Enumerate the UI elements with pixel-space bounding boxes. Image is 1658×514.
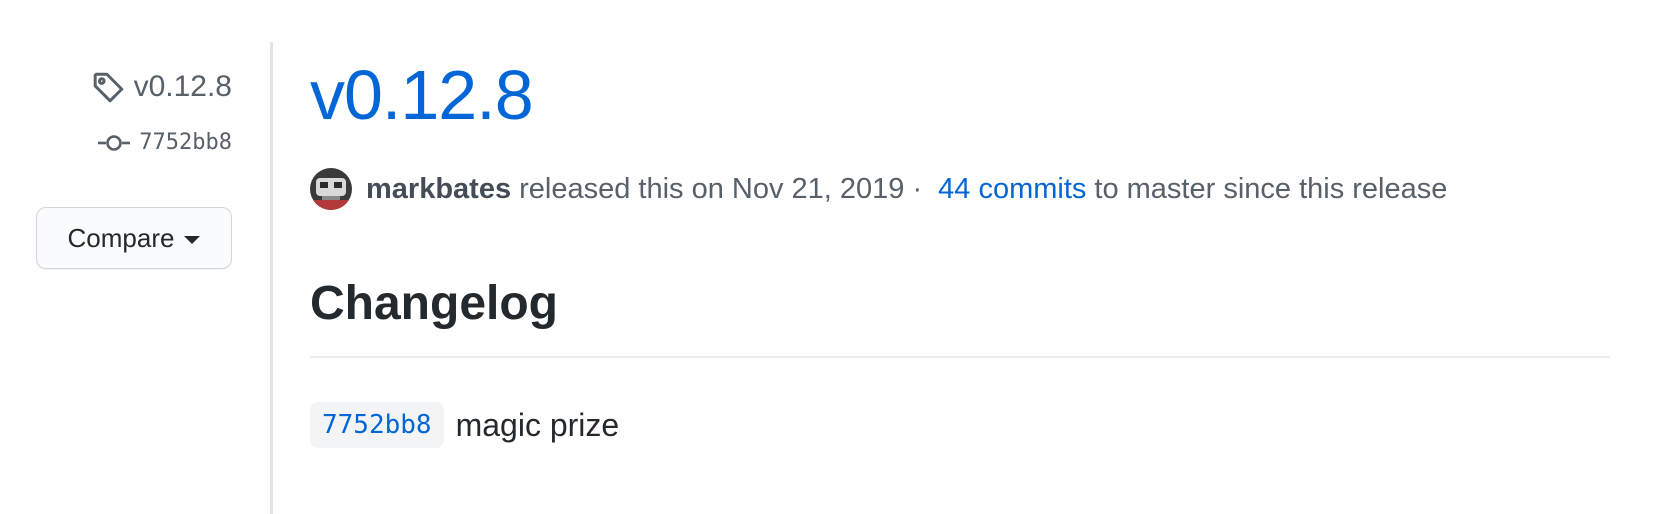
compare-button[interactable]: Compare bbox=[36, 207, 232, 269]
commit-message: magic prize bbox=[455, 406, 620, 443]
changelog-heading: Changelog bbox=[310, 277, 558, 330]
commits-link[interactable]: 44 commits bbox=[938, 173, 1086, 206]
released-text: released this on Nov 21, 2019 · bbox=[519, 172, 923, 205]
release-main: v0.12.8 markbates released this on Nov 2… bbox=[310, 0, 1618, 514]
trailing-text: to master since this release bbox=[1094, 172, 1448, 205]
list-item: 7752bb8 magic prize bbox=[310, 402, 619, 448]
release-sidebar: v0.12.8 7752bb8 Compare bbox=[0, 0, 232, 514]
author-link[interactable]: markbates bbox=[366, 173, 511, 206]
commit-sha-chip[interactable]: 7752bb8 bbox=[310, 402, 444, 448]
compare-label: Compare bbox=[67, 222, 175, 253]
avatar[interactable] bbox=[310, 168, 352, 210]
commit-sha-link[interactable]: 7752bb8 bbox=[97, 130, 232, 155]
heading-rule bbox=[310, 356, 1610, 358]
release-title[interactable]: v0.12.8 bbox=[310, 60, 534, 130]
git-commit-icon bbox=[97, 133, 131, 153]
tag-label: v0.12.8 bbox=[133, 70, 232, 103]
release-meta: markbates released this on Nov 21, 2019 … bbox=[310, 168, 1447, 210]
commit-sha: 7752bb8 bbox=[139, 130, 232, 155]
caret-down-icon bbox=[184, 236, 201, 244]
tag-link[interactable]: v0.12.8 bbox=[92, 70, 232, 104]
sidebar-divider bbox=[270, 42, 273, 514]
tag-icon bbox=[92, 70, 126, 104]
